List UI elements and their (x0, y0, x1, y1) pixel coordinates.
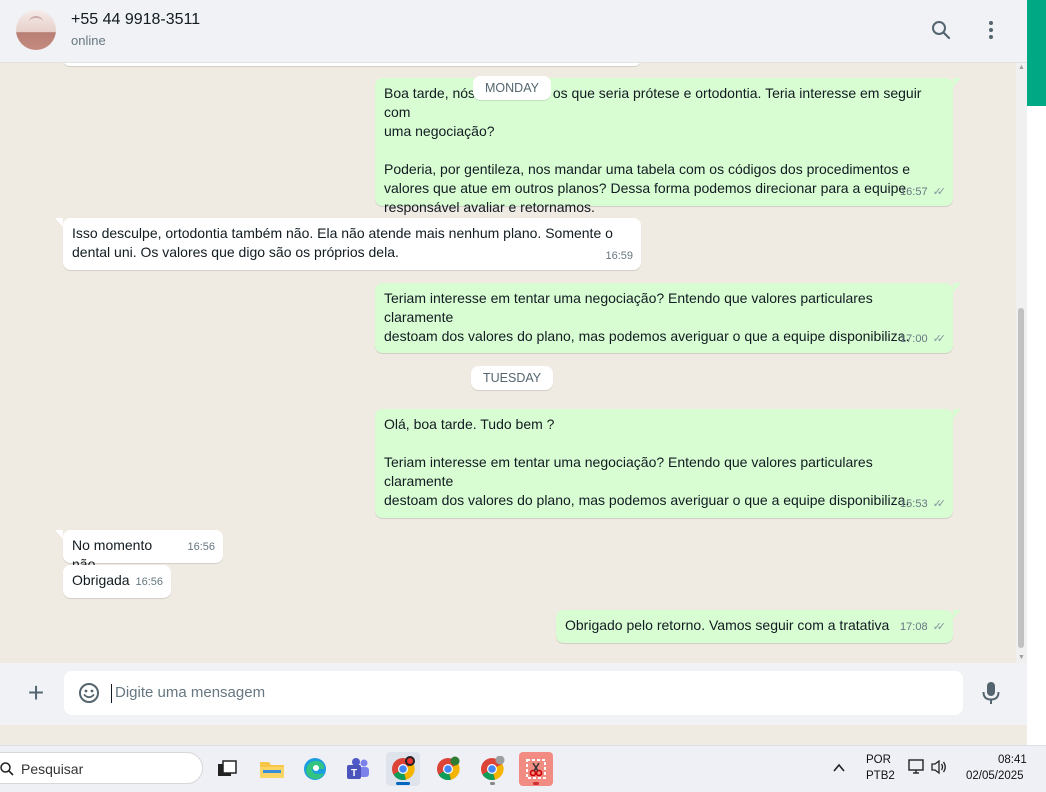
message-text: Obrigado pelo retorno. Vamos seguir com … (565, 617, 890, 633)
chat-header[interactable]: +55 44 9918-3511 online (0, 0, 1027, 63)
message-composer: + Digite uma mensagem (0, 663, 1027, 725)
message-meta: 17:08 ✓✓ (900, 618, 947, 637)
chrome-icon[interactable] (386, 752, 420, 786)
message-time: 16:56 (187, 541, 215, 553)
accent-bar (1027, 0, 1046, 106)
active-indicator (396, 782, 410, 785)
message-meta: 17:00 ✓✓ (900, 330, 947, 349)
message-time: 15:53 (900, 498, 928, 510)
message-placeholder: Digite uma mensagem (115, 684, 266, 701)
message-bubble-outgoing[interactable]: Obrigado pelo retorno. Vamos seguir com … (556, 610, 961, 643)
volume-icon[interactable] (930, 759, 948, 780)
date-separator: TUESDAY (471, 366, 554, 390)
file-explorer-icon[interactable] (255, 752, 289, 786)
scrollbar-thumb[interactable] (1018, 308, 1024, 648)
read-receipt-icon: ✓✓ (932, 186, 947, 198)
emoji-icon[interactable] (78, 682, 100, 704)
read-receipt-icon: ✓✓ (932, 498, 947, 510)
language-indicator-bottom[interactable]: PTB2 (866, 770, 895, 782)
search-icon[interactable] (929, 18, 953, 42)
message-text: Olá, boa tarde. Tudo bem ? Teriam intere… (384, 416, 910, 508)
message-meta: 16:59 (605, 247, 633, 266)
snipping-tool-icon[interactable] (519, 752, 553, 786)
message-bubble-incoming[interactable]: Isso desculpe, ortodontia também não. El… (55, 218, 641, 270)
message-time: 17:00 (900, 333, 928, 345)
message-input[interactable]: Digite uma mensagem (64, 671, 963, 715)
message-bubble-incoming[interactable]: Obrigada 16:56 (63, 565, 171, 598)
clock-time[interactable]: 08:41 (998, 754, 1027, 766)
message-text: Boa tarde, nós os que seria prótese e or… (384, 85, 922, 215)
chrome-icon[interactable] (431, 752, 465, 786)
read-receipt-icon: ✓✓ (932, 621, 947, 633)
contact-status: online (71, 33, 106, 48)
side-strip (1027, 0, 1046, 745)
svg-text:T: T (351, 768, 357, 779)
running-indicator (533, 782, 539, 785)
message-bubble-outgoing[interactable]: Boa tarde, nós os que seria prótese e or… (375, 78, 961, 215)
message-bubble-outgoing[interactable]: Olá, boa tarde. Tudo bem ? Teriam intere… (375, 409, 961, 518)
message-list[interactable]: Boa tarde, nós os que seria prótese e or… (0, 63, 1016, 663)
clock-date[interactable]: 02/05/2025 (966, 770, 1024, 782)
network-icon[interactable] (908, 759, 926, 780)
running-indicator (490, 782, 495, 785)
scroll-up-arrow-icon[interactable]: ▲ (1017, 64, 1026, 72)
message-text: Isso desculpe, ortodontia também não. El… (72, 225, 613, 260)
message-bubble-partial (63, 63, 641, 66)
language-indicator-top[interactable]: POR (866, 754, 891, 766)
task-view-icon[interactable] (210, 752, 244, 786)
message-time: 17:08 (900, 621, 928, 633)
edge-icon[interactable] (298, 752, 332, 786)
whatsapp-window: +55 44 9918-3511 online Boa tarde, nós o… (0, 0, 1027, 725)
chevron-up-icon[interactable] (833, 760, 845, 776)
search-icon (0, 762, 14, 776)
contact-name[interactable]: +55 44 9918-3511 (71, 11, 200, 29)
chrome-icon[interactable] (475, 752, 509, 786)
message-meta: 16:56 (187, 538, 215, 557)
message-meta: 16:56 (135, 573, 163, 592)
message-time: 16:56 (135, 576, 163, 588)
windows-taskbar: Pesquisar T POR PTB2 08:41 02/05/2025 (0, 745, 1046, 792)
message-time: 16:59 (605, 250, 633, 262)
message-meta: 16:57 ✓✓ (900, 183, 947, 202)
message-time: 16:57 (900, 186, 928, 198)
avatar[interactable] (16, 10, 56, 50)
message-bubble-outgoing[interactable]: Teriam interesse em tentar uma negociaçã… (375, 283, 961, 353)
message-text: Teriam interesse em tentar uma negociaçã… (384, 290, 910, 344)
read-receipt-icon: ✓✓ (932, 333, 947, 345)
text-caret (111, 684, 112, 703)
more-vertical-icon[interactable] (979, 18, 1003, 42)
message-bubble-incoming[interactable]: No momento não 16:56 (55, 530, 223, 572)
taskbar-search-label: Pesquisar (21, 761, 84, 777)
plus-icon[interactable]: + (22, 679, 50, 708)
scroll-down-arrow-icon[interactable]: ▼ (1017, 654, 1026, 662)
message-meta: 15:53 ✓✓ (900, 495, 947, 514)
teams-icon[interactable]: T (341, 752, 375, 786)
date-separator: MONDAY (473, 76, 551, 100)
message-text: Obrigada (72, 572, 130, 588)
microphone-icon[interactable] (979, 680, 1003, 706)
